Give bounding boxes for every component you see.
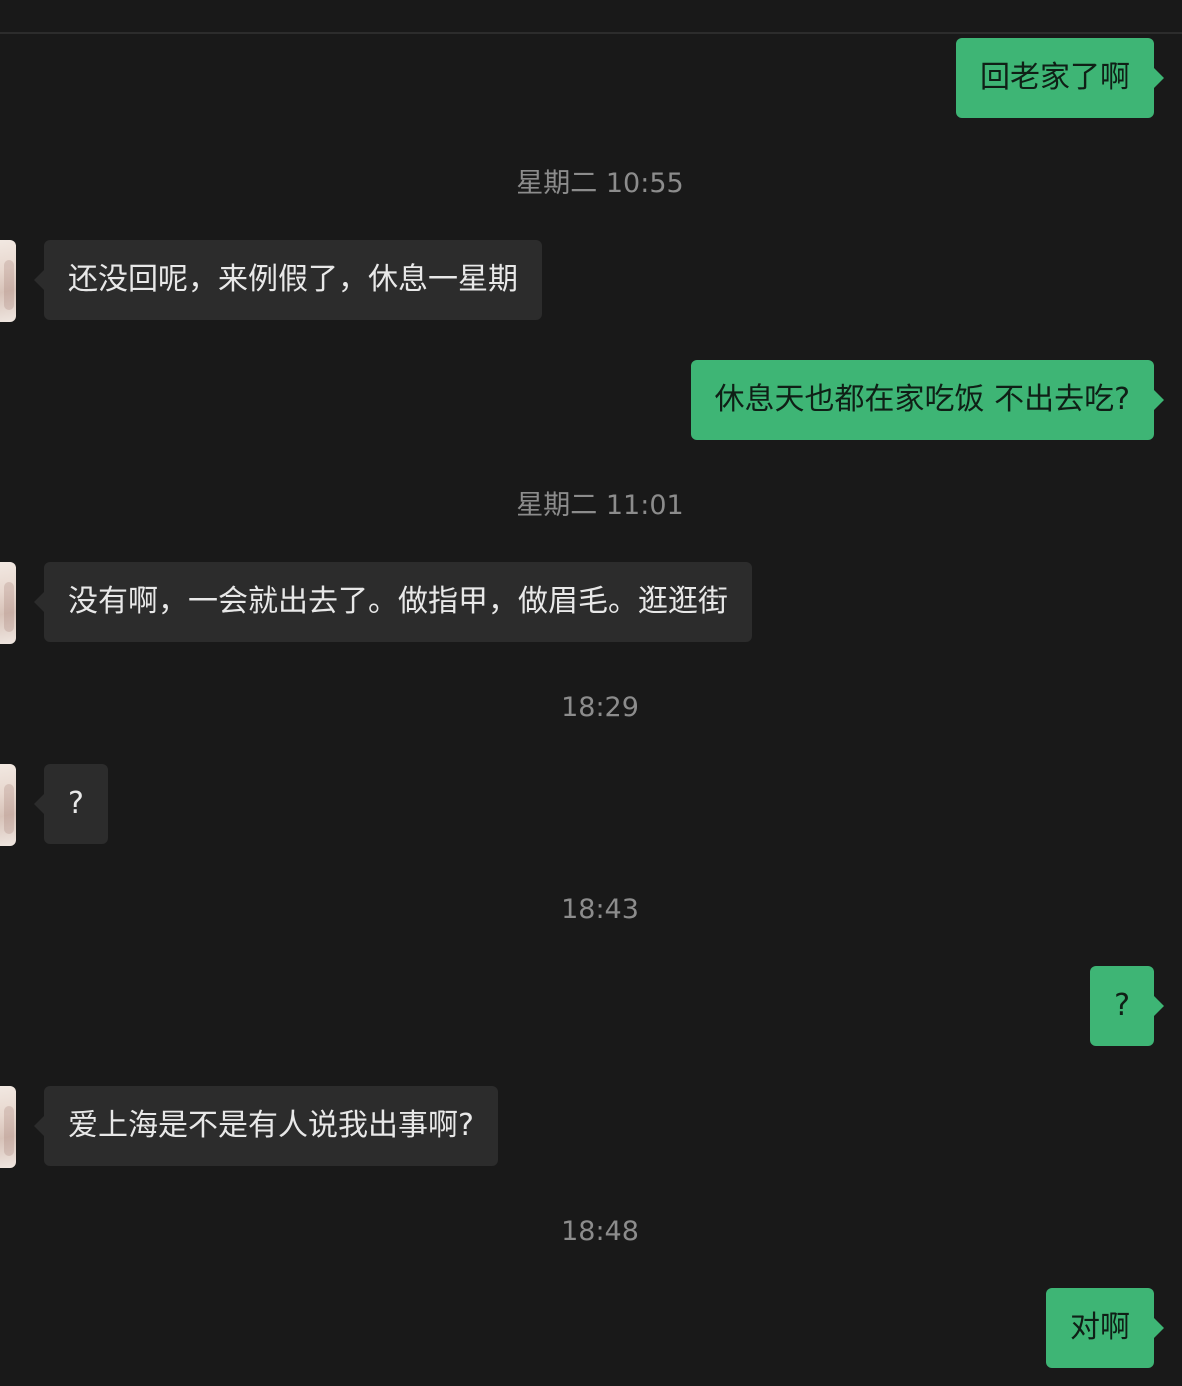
incoming-message-bubble[interactable]: 爱上海是不是有人说我出事啊? [34, 1086, 498, 1166]
outgoing-message-bubble[interactable]: 休息天也都在家吃饭 不出去吃? [690, 360, 1165, 440]
message-row-incoming: ? [0, 764, 1182, 846]
contact-avatar[interactable] [0, 562, 16, 644]
message-row-incoming: 没有啊，一会就出去了。做指甲，做眉毛。逛逛街 [0, 562, 1182, 644]
timestamp-divider: 18:48 [561, 1216, 639, 1247]
message-row-outgoing: 休息天也都在家吃饭 不出去吃? [0, 360, 1182, 442]
incoming-message-bubble[interactable]: 还没回呢，来例假了，休息一星期 [34, 240, 542, 320]
timestamp-divider: 18:43 [561, 894, 639, 925]
timestamp-divider: 星期二 11:01 [516, 490, 684, 521]
message-row-incoming: 还没回呢，来例假了，休息一星期 [0, 240, 1182, 322]
outgoing-message-bubble[interactable]: ? [1090, 966, 1164, 1046]
message-row-outgoing: ? [0, 966, 1182, 1048]
header-divider [0, 32, 1182, 34]
message-row-outgoing: 回老家了啊 [0, 38, 1182, 120]
timestamp-divider: 星期二 10:55 [516, 168, 684, 199]
outgoing-message-bubble[interactable]: 回老家了啊 [956, 38, 1164, 118]
outgoing-message-bubble[interactable]: 对啊 [1046, 1288, 1164, 1368]
contact-avatar[interactable] [0, 764, 16, 846]
timestamp-divider: 18:29 [561, 692, 639, 723]
contact-avatar[interactable] [0, 240, 16, 322]
message-row-outgoing: 对啊 [0, 1288, 1182, 1370]
message-row-incoming: 爱上海是不是有人说我出事啊? [0, 1086, 1182, 1168]
chat-message-list[interactable]: 回老家了啊 星期二 10:55 还没回呢，来例假了，休息一星期 休息天也都在家吃… [0, 0, 1182, 1386]
incoming-message-bubble[interactable]: 没有啊，一会就出去了。做指甲，做眉毛。逛逛街 [34, 562, 752, 642]
incoming-message-bubble[interactable]: ? [34, 764, 108, 844]
contact-avatar[interactable] [0, 1086, 16, 1168]
